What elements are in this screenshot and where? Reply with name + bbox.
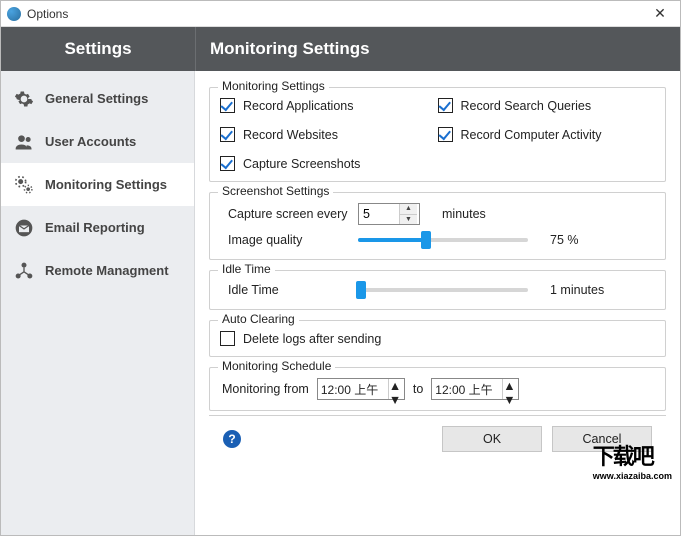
spin-up-icon[interactable]: ▲ xyxy=(400,204,417,215)
schedule-to-label: to xyxy=(413,382,423,396)
sidebar-item-remote[interactable]: Remote Managment xyxy=(1,249,194,292)
users-icon xyxy=(13,131,35,153)
time-value: 12:00 上午 xyxy=(432,381,502,398)
sidebar-item-label: Email Reporting xyxy=(45,220,145,235)
cancel-button[interactable]: Cancel xyxy=(552,426,652,452)
schedule-from-label: Monitoring from xyxy=(220,382,309,396)
group-autoclear: Auto Clearing Delete logs after sending xyxy=(209,320,666,357)
checkbox-label: Record Computer Activity xyxy=(461,128,602,142)
schedule-to-input[interactable]: 12:00 上午 ▲ ▼ xyxy=(431,378,519,400)
network-icon xyxy=(13,260,35,282)
spin-down-icon[interactable]: ▼ xyxy=(503,393,518,407)
header-right: Monitoring Settings xyxy=(195,27,680,71)
legend: Monitoring Schedule xyxy=(218,359,335,373)
checkbox-label: Record Websites xyxy=(243,128,338,142)
schedule-from-input[interactable]: 12:00 上午 ▲ ▼ xyxy=(317,378,405,400)
window-title: Options xyxy=(27,7,646,21)
main: General Settings User Accounts Monitorin… xyxy=(1,71,680,535)
capture-interval-input[interactable] xyxy=(359,207,399,221)
quality-label: Image quality xyxy=(220,233,350,247)
sidebar-item-label: User Accounts xyxy=(45,134,136,149)
group-schedule: Monitoring Schedule Monitoring from 12:0… xyxy=(209,367,666,411)
legend: Auto Clearing xyxy=(218,312,299,326)
idle-slider[interactable] xyxy=(358,281,528,299)
idle-value: 1 minutes xyxy=(550,283,604,297)
checkbox-icon xyxy=(438,127,453,142)
checkbox-icon xyxy=(220,331,235,346)
checkbox-label: Record Search Queries xyxy=(461,99,592,113)
watermark-sub: www.xiazaiba.com xyxy=(593,471,672,481)
gears-icon xyxy=(13,174,35,196)
checkbox-icon xyxy=(220,127,235,142)
sidebar-item-label: General Settings xyxy=(45,91,148,106)
titlebar: Options ✕ xyxy=(1,1,680,27)
checkbox-icon xyxy=(220,156,235,171)
group-screenshot: Screenshot Settings Capture screen every… xyxy=(209,192,666,260)
gear-icon xyxy=(13,88,35,110)
capture-interval-label: Capture screen every xyxy=(220,207,350,221)
quality-value: 75 % xyxy=(550,233,579,247)
idle-label: Idle Time xyxy=(220,283,350,297)
checkbox-label: Capture Screenshots xyxy=(243,157,360,171)
sidebar-item-monitoring[interactable]: Monitoring Settings xyxy=(1,163,194,206)
checkbox-record-activity[interactable]: Record Computer Activity xyxy=(438,127,656,142)
header-left: Settings xyxy=(1,27,195,71)
checkbox-record-apps[interactable]: Record Applications xyxy=(220,98,438,113)
spin-up-icon[interactable]: ▲ xyxy=(389,379,404,393)
sidebar-item-email[interactable]: Email Reporting xyxy=(1,206,194,249)
quality-slider[interactable] xyxy=(358,231,528,249)
checkbox-label: Record Applications xyxy=(243,99,353,113)
mail-icon xyxy=(13,217,35,239)
checkbox-capture-screenshots[interactable]: Capture Screenshots xyxy=(220,156,438,171)
header: Settings Monitoring Settings xyxy=(1,27,680,71)
capture-interval-spinner[interactable]: ▲ ▼ xyxy=(358,203,420,225)
checkbox-icon xyxy=(220,98,235,113)
content: Monitoring Settings Record Applications … xyxy=(195,71,680,535)
group-monitoring: Monitoring Settings Record Applications … xyxy=(209,87,666,182)
capture-interval-unit: minutes xyxy=(442,207,486,221)
app-icon xyxy=(7,7,21,21)
checkbox-delete-logs[interactable]: Delete logs after sending xyxy=(220,331,655,346)
help-icon[interactable]: ? xyxy=(223,430,241,448)
sidebar-item-label: Monitoring Settings xyxy=(45,177,167,192)
group-idle: Idle Time Idle Time 1 minutes xyxy=(209,270,666,310)
sidebar: General Settings User Accounts Monitorin… xyxy=(1,71,195,535)
time-value: 12:00 上午 xyxy=(318,381,388,398)
checkbox-label: Delete logs after sending xyxy=(243,332,381,346)
checkbox-record-websites[interactable]: Record Websites xyxy=(220,127,438,142)
spin-down-icon[interactable]: ▼ xyxy=(400,215,417,225)
spin-down-icon[interactable]: ▼ xyxy=(389,393,404,407)
sidebar-item-label: Remote Managment xyxy=(45,263,169,278)
ok-button[interactable]: OK xyxy=(442,426,542,452)
sidebar-item-general[interactable]: General Settings xyxy=(1,77,194,120)
legend: Monitoring Settings xyxy=(218,79,329,93)
legend: Screenshot Settings xyxy=(218,184,333,198)
legend: Idle Time xyxy=(218,262,275,276)
checkbox-record-search[interactable]: Record Search Queries xyxy=(438,98,656,113)
checkbox-icon xyxy=(438,98,453,113)
footer: ? OK Cancel xyxy=(209,415,666,462)
spin-up-icon[interactable]: ▲ xyxy=(503,379,518,393)
close-icon[interactable]: ✕ xyxy=(646,1,674,27)
sidebar-item-users[interactable]: User Accounts xyxy=(1,120,194,163)
